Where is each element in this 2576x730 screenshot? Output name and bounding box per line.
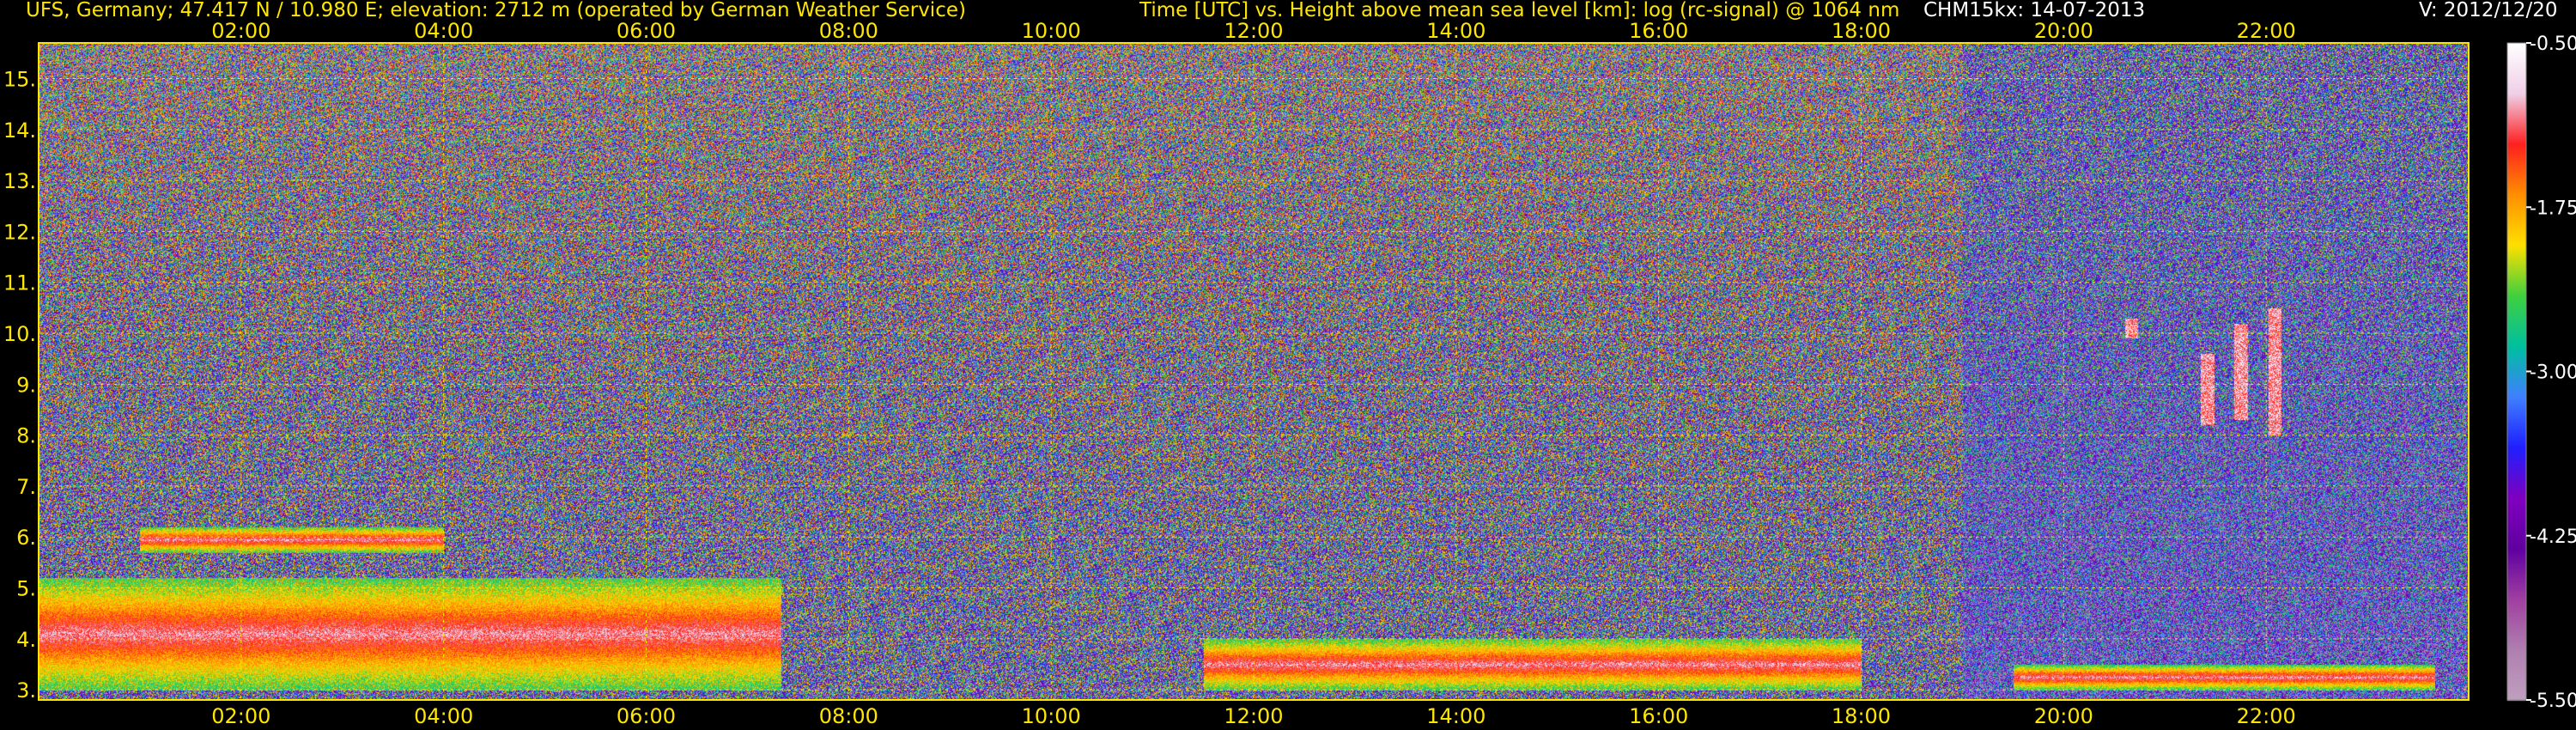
y-tick-label: 10.: [3, 322, 36, 346]
y-tick-label: 3.: [16, 678, 36, 703]
colorbar-tick-label: -4.25: [2530, 526, 2576, 548]
x-tick-label-top: 02:00: [211, 19, 270, 43]
y-tick-label: 4.: [16, 628, 36, 652]
x-tick-label-top: 10:00: [1022, 19, 1081, 43]
x-tick-label-bottom: 22:00: [2237, 704, 2296, 728]
y-tick-label: 14.: [3, 119, 36, 143]
x-tick-label-bottom: 20:00: [2034, 704, 2093, 728]
y-tick-label: 9.: [16, 373, 36, 397]
y-tick-label: 15.: [3, 68, 36, 92]
x-tick-label-bottom: 08:00: [819, 704, 878, 728]
y-tick-label: 12.: [3, 220, 36, 244]
colorbar-tick-label: -3.00: [2530, 362, 2576, 384]
x-tick-label-top: 16:00: [1629, 19, 1688, 43]
x-tick-label-top: 18:00: [1832, 19, 1891, 43]
x-tick-label-bottom: 18:00: [1832, 704, 1891, 728]
x-tick-label-top: 20:00: [2034, 19, 2093, 43]
x-tick-label-bottom: 06:00: [617, 704, 676, 728]
x-tick-label-top: 14:00: [1426, 19, 1485, 43]
x-tick-label-bottom: 12:00: [1224, 704, 1283, 728]
y-tick-label: 13.: [3, 169, 36, 193]
x-tick-label-bottom: 10:00: [1022, 704, 1081, 728]
x-tick-label-top: 08:00: [819, 19, 878, 43]
colorbar-frame: [2506, 42, 2527, 701]
colorbar-tick-label: -5.50: [2530, 690, 2576, 712]
x-tick-label-top: 06:00: [617, 19, 676, 43]
x-tick-label-top: 12:00: [1224, 19, 1283, 43]
x-tick-label-top: 22:00: [2237, 19, 2296, 43]
y-tick-label: 7.: [16, 475, 36, 499]
x-tick-label-bottom: 14:00: [1426, 704, 1485, 728]
x-tick-label-bottom: 16:00: [1629, 704, 1688, 728]
y-tick-label: 8.: [16, 424, 36, 448]
colorbar-tick-label: -1.75: [2530, 198, 2576, 219]
y-tick-label: 11.: [3, 271, 36, 295]
x-tick-label-top: 04:00: [414, 19, 473, 43]
y-tick-label: 6.: [16, 526, 36, 550]
colorbar-tick-label: -0.50: [2530, 33, 2576, 55]
x-tick-label-bottom: 02:00: [211, 704, 270, 728]
chart-overlay: 02:00 02:00 04:00 04:00 06:00 06:00 08:00 08:00…: [3, 19, 2576, 728]
x-tick-label-bottom: 04:00: [414, 704, 473, 728]
y-tick-label: 5.: [16, 577, 36, 601]
